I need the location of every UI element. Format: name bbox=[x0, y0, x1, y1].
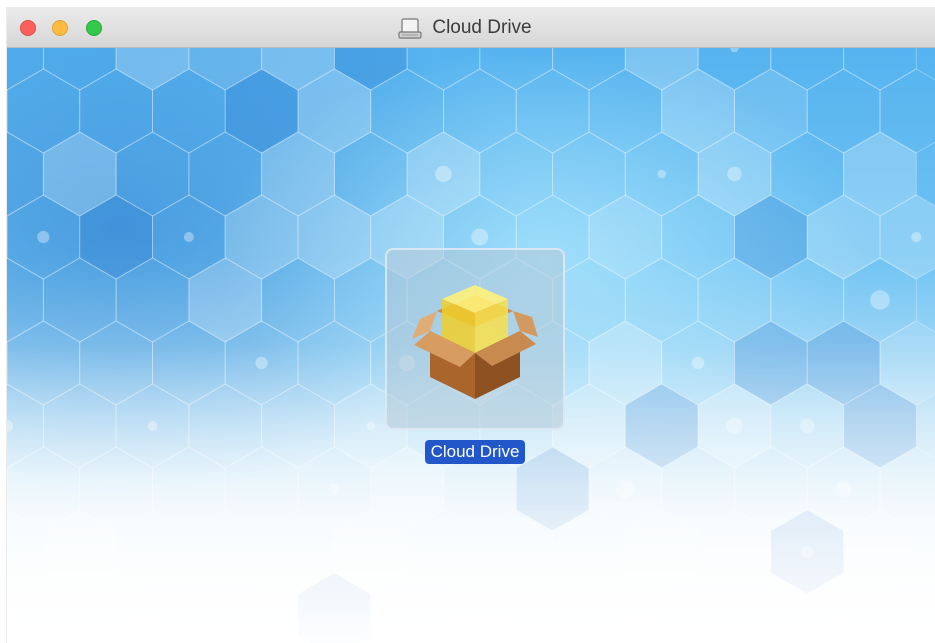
zoom-button[interactable] bbox=[86, 20, 102, 36]
file-label[interactable]: Cloud Drive bbox=[424, 440, 526, 464]
window-content[interactable]: Cloud Drive bbox=[7, 48, 935, 643]
package-installer-icon bbox=[412, 285, 538, 399]
finder-window: Cloud Drive Cloud Drive bbox=[7, 8, 935, 643]
disk-image-icon bbox=[398, 18, 422, 39]
minimize-button[interactable] bbox=[52, 20, 68, 36]
file-icon-tile[interactable] bbox=[385, 248, 565, 430]
close-button[interactable] bbox=[20, 20, 36, 36]
window-title: Cloud Drive bbox=[432, 17, 532, 38]
file-item[interactable]: Cloud Drive bbox=[385, 248, 565, 464]
title-bar[interactable]: Cloud Drive bbox=[7, 8, 935, 48]
